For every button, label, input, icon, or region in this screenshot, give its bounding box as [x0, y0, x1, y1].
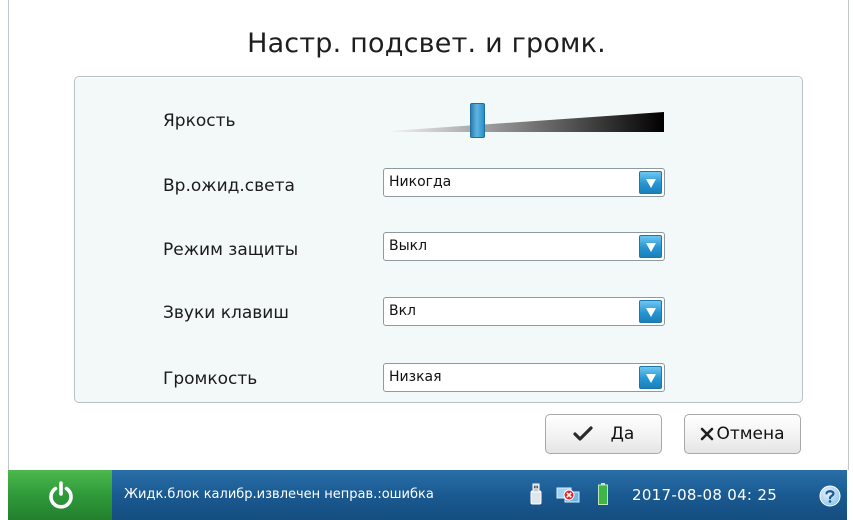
volume-select[interactable]: Низкая [383, 363, 665, 392]
key-sounds-label: Звуки клавиш [163, 303, 289, 323]
datetime: 2017-08-08 04: 25 [632, 486, 778, 504]
close-icon [701, 427, 714, 441]
chevron-down-icon[interactable] [639, 171, 662, 194]
chevron-down-icon[interactable] [639, 235, 662, 258]
checkmark-icon [573, 426, 593, 441]
backlight-timeout-value: Никогда [389, 174, 452, 190]
status-message: Жидк.блок калибр.извлечен неправ.:ошибка [124, 487, 434, 502]
key-sounds-value: Вкл [389, 303, 417, 319]
protection-mode-value: Выкл [389, 238, 428, 254]
brightness-slider-track[interactable] [390, 112, 664, 132]
ok-button[interactable]: Да [545, 414, 662, 454]
usb-icon [530, 483, 542, 505]
power-button[interactable] [8, 470, 112, 520]
protection-mode-select[interactable]: Выкл [383, 232, 665, 261]
key-sounds-select[interactable]: Вкл [383, 297, 665, 326]
chevron-down-icon[interactable] [639, 300, 662, 323]
brightness-slider-thumb[interactable] [470, 103, 486, 138]
volume-label: Громкость [163, 369, 258, 389]
volume-value: Низкая [389, 369, 442, 385]
backlight-timeout-select[interactable]: Никогда [383, 168, 665, 197]
help-icon[interactable] [819, 485, 841, 507]
backlight-timeout-label: Вр.ожид.света [163, 176, 295, 196]
power-icon [49, 481, 73, 509]
cancel-button-label: Отмена [716, 424, 785, 444]
battery-icon [598, 483, 608, 505]
network-error-icon [556, 487, 580, 503]
protection-mode-label: Режим защиты [163, 240, 299, 260]
ok-button-label: Да [610, 424, 635, 444]
brightness-label: Яркость [163, 111, 236, 131]
dialog-title: Настр. подсвет. и громк. [247, 28, 606, 59]
chevron-down-icon[interactable] [639, 366, 662, 389]
cancel-button[interactable]: Отмена [684, 414, 801, 454]
